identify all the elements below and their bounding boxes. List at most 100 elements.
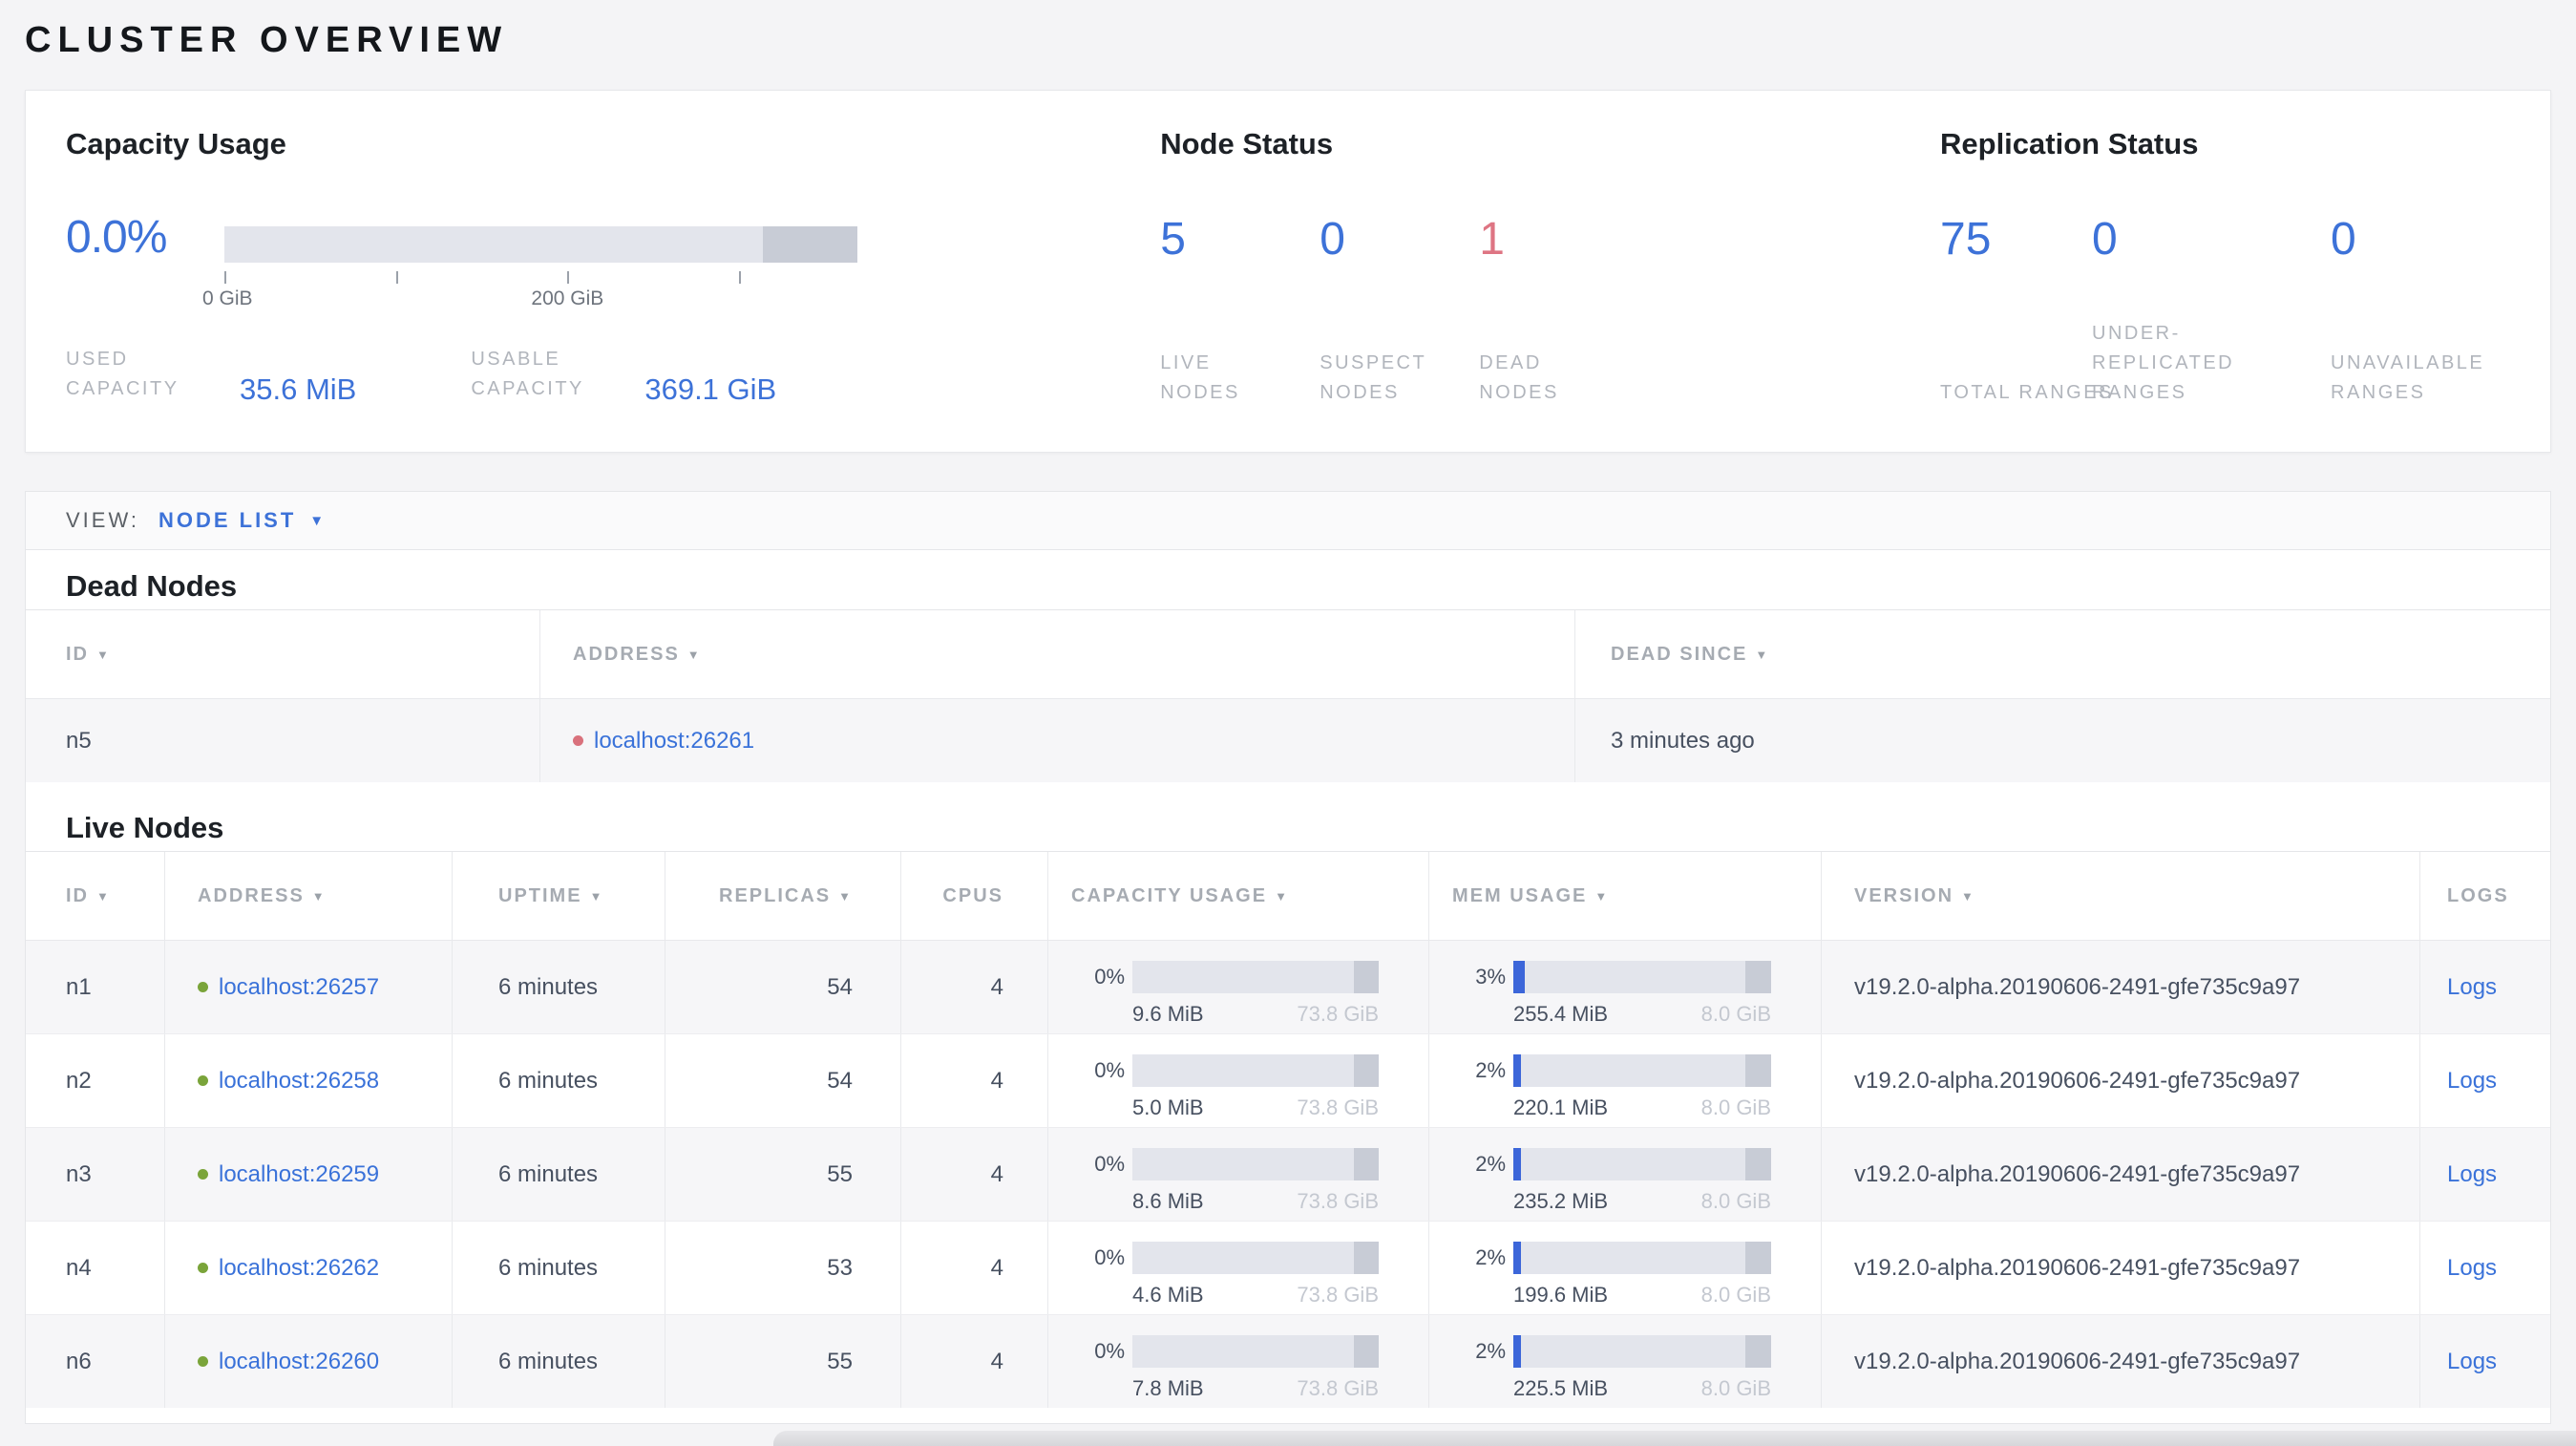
usage-bar-reserved-segment <box>1354 1335 1379 1368</box>
column-label: LOGS <box>2447 884 2509 906</box>
usage-bar <box>1513 1335 1771 1368</box>
mem-usage-cell: 2% 220.1 MiB 8.0 GiB <box>1428 1034 1821 1127</box>
stat-label: USABLE CAPACITY <box>471 349 584 399</box>
live-column-header-uptime[interactable]: UPTIME ▼ <box>452 852 665 940</box>
column-label: ID <box>66 884 89 906</box>
usage-bar-fill <box>1513 1242 1522 1274</box>
usage-percent-label: 0% <box>1094 965 1125 989</box>
node-address-link[interactable]: localhost:26262 <box>219 1255 379 1282</box>
view-dropdown-selected: NODE LIST <box>158 508 297 532</box>
cpus-cell: 4 <box>900 1315 1047 1408</box>
usage-bar-reserved-segment <box>1745 1148 1771 1180</box>
axis-tick <box>567 271 570 284</box>
capacity-bar-reserved-segment <box>762 226 857 263</box>
usage-used-value: 5.0 MiB <box>1132 1095 1204 1119</box>
view-dropdown[interactable]: NODE LIST ▼ <box>158 508 324 533</box>
live-status-dot <box>198 982 208 992</box>
usage-percent-label: 2% <box>1475 1245 1506 1269</box>
logs-cell: Logs <box>2419 1222 2550 1314</box>
capacity-usage-cell: 0% 9.6 MiB 73.8 GiB <box>1047 941 1428 1033</box>
usage-total-value: 73.8 GiB <box>1297 1002 1379 1026</box>
cpus-cell: 4 <box>900 1034 1047 1127</box>
capacity-usage-cell: 0% 5.0 MiB 73.8 GiB <box>1047 1034 1428 1127</box>
mem-usage-cell: 2% 235.2 MiB 8.0 GiB <box>1428 1128 1821 1221</box>
mem-usage-cell-labels: 235.2 MiB 8.0 GiB <box>1513 1189 1771 1214</box>
sort-arrow-icon: ▼ <box>311 888 327 904</box>
page-title: CLUSTER OVERVIEW <box>25 20 509 60</box>
usage-used-value: 7.8 MiB <box>1132 1376 1204 1400</box>
sort-arrow-icon: ▼ <box>838 888 853 904</box>
logs-link[interactable]: Logs <box>2447 974 2497 1001</box>
node-address-link[interactable]: localhost:26260 <box>219 1349 379 1375</box>
usage-total-value: 8.0 GiB <box>1700 1376 1771 1400</box>
usage-bar <box>1132 1054 1379 1087</box>
live-column-header-version[interactable]: VERSION ▼ <box>1821 852 2419 940</box>
node-address-cell: localhost:26257 <box>164 941 452 1033</box>
node-address-cell: localhost:26260 <box>164 1315 452 1408</box>
usage-bar <box>1513 961 1771 993</box>
stat-label: DEAD NODES <box>1479 352 1559 403</box>
stat-value: 5 <box>1160 214 1186 265</box>
node-address-link[interactable]: localhost:26259 <box>219 1161 379 1188</box>
replicas-cell: 55 <box>665 1128 900 1221</box>
mem-usage-cell-bar-row: 2% <box>1452 1239 1771 1277</box>
node-id-cell: n2 <box>66 1067 92 1094</box>
node-id-cell: n1 <box>66 973 92 1000</box>
live-column-header-capacity-usage[interactable]: CAPACITY USAGE ▼ <box>1047 852 1428 940</box>
capacity-bar <box>224 226 857 263</box>
dead-column-header-id[interactable]: ID ▼ <box>26 610 539 698</box>
summary-stat: 1 DEAD NODES <box>1479 213 1689 408</box>
summary-stat: 5 LIVE NODES <box>1160 213 1320 408</box>
stat-value: 369.1 GiB <box>644 372 777 406</box>
sort-arrow-icon: ▼ <box>1755 647 1770 662</box>
version-cell: v19.2.0-alpha.20190606-2491-gfe735c9a97 <box>1821 1222 2419 1314</box>
live-column-header-replicas[interactable]: REPLICAS ▼ <box>665 852 900 940</box>
usage-total-value: 73.8 GiB <box>1297 1189 1379 1213</box>
stat-label: USED CAPACITY <box>66 349 179 399</box>
live-nodes-header-row: ID ▼ ADDRESS ▼ UPTIME ▼ REPLICAS ▼ CPUS CAPACITY … <box>26 851 2550 941</box>
usage-used-value: 199.6 MiB <box>1513 1283 1609 1307</box>
live-column-header-logs: LOGS <box>2419 852 2550 940</box>
logs-link[interactable]: Logs <box>2447 1349 2497 1375</box>
stat-label: UNAVAILABLE RANGES <box>2331 352 2485 403</box>
usage-total-value: 73.8 GiB <box>1297 1095 1379 1119</box>
sort-arrow-icon: ▼ <box>589 888 604 904</box>
mem-usage-cell-bar-row: 2% <box>1452 1332 1771 1371</box>
dead-column-header-address[interactable]: ADDRESS ▼ <box>539 610 1574 698</box>
node-address-link[interactable]: localhost:26257 <box>219 974 379 1001</box>
dead-nodes-header-row: ID ▼ ADDRESS ▼ DEAD SINCE ▼ <box>26 609 2550 699</box>
node-address-cell: localhost:26261 <box>539 699 1574 782</box>
live-column-header-id[interactable]: ID ▼ <box>26 852 164 940</box>
capacity-stat: USABLE CAPACITY 369.1 GiB <box>471 345 777 406</box>
dead-column-header-dead-since[interactable]: DEAD SINCE ▼ <box>1574 610 2550 698</box>
usage-bar-reserved-segment <box>1354 1054 1379 1087</box>
live-column-header-address[interactable]: ADDRESS ▼ <box>164 852 452 940</box>
logs-link[interactable]: Logs <box>2447 1161 2497 1188</box>
column-label: CPUS <box>942 884 1003 906</box>
node-address-link[interactable]: localhost:26261 <box>594 728 754 755</box>
column-label: ADDRESS <box>573 643 680 665</box>
node-address-link[interactable]: localhost:26258 <box>219 1068 379 1095</box>
logs-link[interactable]: Logs <box>2447 1068 2497 1095</box>
capacity-usage-cell-bar-row: 0% <box>1071 1052 1379 1090</box>
uptime-cell: 6 minutes <box>452 1315 665 1408</box>
mem-usage-cell-labels: 220.1 MiB 8.0 GiB <box>1513 1095 1771 1120</box>
usage-bar <box>1132 1242 1379 1274</box>
cluster-overview-page: CLUSTER OVERVIEW Capacity Usage 0.0% 0 G… <box>25 0 2551 1424</box>
sort-arrow-icon: ▼ <box>1961 888 1975 904</box>
usage-percent-label: 0% <box>1094 1339 1125 1363</box>
sort-arrow-icon: ▼ <box>1594 888 1610 904</box>
axis-tick-label: 0 GiB <box>202 287 253 309</box>
usage-bar <box>1513 1054 1771 1087</box>
summary-stat: 0 SUSPECT NODES <box>1320 213 1479 408</box>
capacity-usage-cell-bar-row: 0% <box>1071 1145 1379 1183</box>
node-address-cell: localhost:26262 <box>164 1222 452 1314</box>
node-id-cell: n6 <box>66 1348 92 1374</box>
live-column-header-mem-usage[interactable]: MEM USAGE ▼ <box>1428 852 1821 940</box>
live-column-header-cpus: CPUS <box>900 852 1047 940</box>
live-status-dot <box>198 1075 208 1086</box>
column-label: UPTIME <box>498 884 582 906</box>
usage-bar <box>1132 1335 1379 1368</box>
table-row: n2 localhost:26258 6 minutes 54 4 0% 5.0 MiB 73… <box>26 1033 2550 1127</box>
logs-link[interactable]: Logs <box>2447 1255 2497 1282</box>
